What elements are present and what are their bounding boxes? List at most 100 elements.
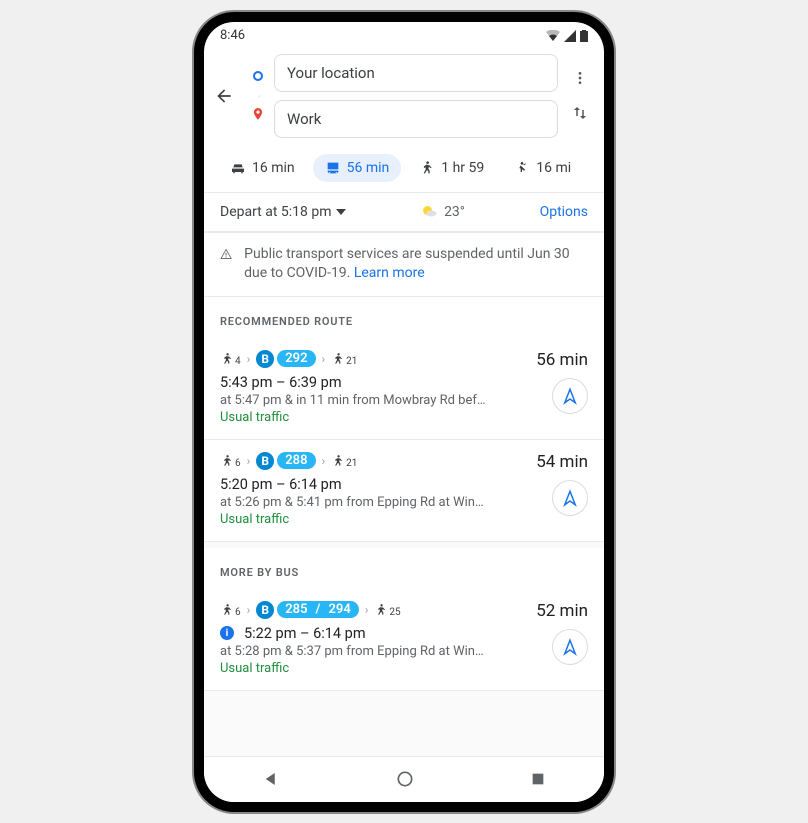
route-points-column: ··· — [250, 71, 266, 121]
depart-time-button[interactable]: Depart at 5:18 pm — [220, 204, 346, 220]
mode-transit-label: 56 min — [347, 160, 390, 176]
bus-step: B 292 — [256, 350, 315, 368]
route-duration: 54 min — [536, 452, 588, 472]
mode-drive[interactable]: 16 min — [218, 154, 307, 182]
nav-back-button[interactable] — [262, 770, 280, 788]
bus-letter: B — [256, 350, 274, 368]
chevron-right-icon: › — [322, 352, 326, 366]
route-detail: at 5:47 pm & in 11 min from Mowbray Rd b… — [220, 393, 510, 408]
navigation-icon — [561, 489, 579, 507]
destination-value: Work — [287, 110, 321, 128]
walk-minutes: 6 — [235, 607, 241, 618]
weather-partly-cloudy-icon — [420, 203, 438, 221]
car-icon — [230, 160, 246, 176]
weather: 23° — [420, 203, 465, 221]
route-detail: at 5:28 pm & 5:37 pm from Epping Rd at W… — [220, 644, 510, 659]
battery-icon — [580, 30, 588, 42]
route-item[interactable]: 6 › B 288 › 21 5:20 pm – 6:14 pm — [204, 440, 604, 542]
start-navigation-button[interactable] — [552, 480, 588, 516]
mode-walk-label: 1 hr 59 — [441, 160, 484, 176]
nav-recents-button[interactable] — [530, 771, 546, 787]
route-item[interactable]: 4 › B 292 › 21 5:43 pm – 6:39 pm — [204, 338, 604, 440]
route-steps: 6 › B 285 / 294 › — [220, 601, 510, 619]
travel-modes: 16 min 56 min 1 hr 59 16 mi — [204, 146, 604, 192]
depart-label: Depart at 5:18 pm — [220, 204, 332, 220]
route-steps: 4 › B 292 › 21 — [220, 350, 510, 368]
walk-icon — [331, 352, 345, 366]
start-navigation-button[interactable] — [552, 378, 588, 414]
chevron-right-icon: › — [247, 352, 251, 366]
walk-minutes: 25 — [389, 607, 400, 618]
dots-connector: ··· — [255, 85, 261, 107]
signal-icon — [564, 30, 576, 42]
back-button[interactable] — [214, 86, 242, 106]
route-duration: 56 min — [536, 350, 588, 370]
mode-rideshare-label: 16 mi — [536, 160, 571, 176]
walk-minutes: 21 — [346, 458, 357, 469]
walk-step: 6 — [220, 454, 241, 468]
route-detail: at 5:26 pm & 5:41 pm from Epping Rd at W… — [220, 495, 510, 510]
options-button[interactable]: Options — [540, 204, 588, 220]
origin-input[interactable]: Your location — [274, 54, 558, 92]
walk-step: 6 — [220, 603, 241, 617]
alert-learn-more-link[interactable]: Learn more — [354, 265, 425, 281]
walk-icon — [374, 603, 388, 617]
mode-walk[interactable]: 1 hr 59 — [407, 154, 496, 182]
walk-step: 25 — [374, 603, 400, 617]
chevron-right-icon: › — [322, 454, 326, 468]
walk-step: 21 — [331, 454, 357, 468]
nav-home-button[interactable] — [395, 769, 415, 789]
wifi-icon — [546, 30, 560, 42]
route-time-range: 5:43 pm – 6:39 pm — [220, 374, 510, 391]
origin-value: Your location — [287, 64, 375, 82]
status-icons — [546, 30, 588, 42]
more-menu-button[interactable] — [572, 70, 588, 86]
info-icon: i — [220, 626, 234, 640]
route-duration: 52 min — [536, 601, 588, 621]
walk-minutes: 21 — [346, 356, 357, 367]
mode-rideshare[interactable]: 16 mi — [502, 154, 583, 182]
route-time-range-text: 5:22 pm – 6:14 pm — [244, 625, 366, 642]
mode-drive-label: 16 min — [252, 160, 295, 176]
origin-dot-icon — [253, 71, 263, 81]
section-recommended: RECOMMENDED ROUTE — [204, 297, 604, 338]
route-item[interactable]: 6 › B 285 / 294 › — [204, 589, 604, 691]
swap-button[interactable] — [571, 104, 589, 122]
route-steps: 6 › B 288 › 21 — [220, 452, 510, 470]
section-more-by-bus: MORE BY BUS — [204, 548, 604, 589]
walk-step: 4 — [220, 352, 241, 366]
bus-letter: B — [256, 452, 274, 470]
destination-input[interactable]: Work — [274, 100, 558, 138]
chevron-right-icon: › — [365, 603, 369, 617]
phone-frame: 8:46 ··· — [194, 12, 614, 812]
route-traffic: Usual traffic — [220, 410, 510, 425]
weather-temp: 23° — [444, 204, 465, 220]
chevron-right-icon: › — [247, 454, 251, 468]
start-navigation-button[interactable] — [552, 629, 588, 665]
route-time-range: i 5:22 pm – 6:14 pm — [220, 625, 510, 642]
walk-icon — [419, 160, 435, 176]
destination-pin-icon — [251, 107, 265, 121]
bus-number: 288 — [277, 452, 315, 469]
status-bar: 8:46 — [204, 22, 604, 50]
bus-number: 285 — [277, 601, 313, 618]
chevron-right-icon: › — [247, 603, 251, 617]
route-traffic: Usual traffic — [220, 512, 510, 527]
walk-minutes: 6 — [235, 458, 241, 469]
walk-step: 21 — [331, 352, 357, 366]
walk-minutes: 4 — [235, 356, 241, 367]
bus-step: B 285 / 294 — [256, 601, 359, 619]
navigation-icon — [561, 638, 579, 656]
transit-icon — [325, 160, 341, 176]
walk-icon — [220, 603, 234, 617]
walk-icon — [331, 454, 345, 468]
chevron-down-icon — [336, 209, 346, 215]
service-alert: Public transport services are suspended … — [204, 232, 604, 297]
bus-number: 294 — [322, 601, 358, 618]
mode-transit[interactable]: 56 min — [313, 154, 402, 182]
routes-list[interactable]: RECOMMENDED ROUTE 4 › B 292 › — [204, 297, 604, 756]
walk-icon — [220, 352, 234, 366]
navigation-icon — [561, 387, 579, 405]
options-label: Options — [540, 204, 588, 220]
rideshare-icon — [514, 160, 530, 176]
